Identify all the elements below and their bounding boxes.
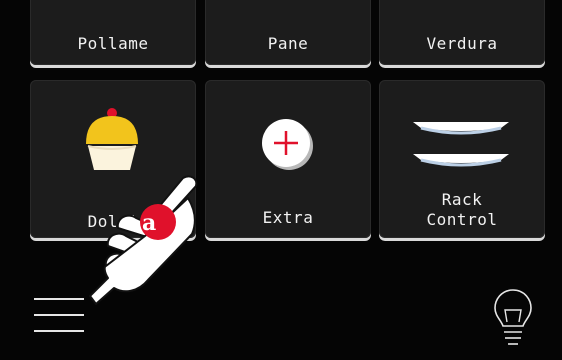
tile-pollame[interactable]: Pollame [30, 0, 196, 65]
tile-rack-control[interactable]: Rack Control [379, 80, 545, 238]
tile-label: Pane [267, 34, 309, 53]
tile-extra[interactable]: Extra [205, 80, 371, 238]
light-bulb-icon[interactable] [491, 286, 535, 350]
tile-pane[interactable]: Pane [205, 0, 371, 65]
badge-letter: a [142, 210, 156, 236]
oven-screen: Pollame Pane Verdura Dolci Extra Rack Co… [0, 0, 562, 360]
plus-icon [262, 119, 313, 170]
tile-label: Verdura [426, 34, 498, 53]
pointing-hand-icon: a [89, 175, 198, 305]
rack-trays-icon [413, 122, 509, 167]
tile-label: Pollame [77, 34, 149, 53]
tile-label: Extra [262, 208, 314, 227]
tile-verdura[interactable]: Verdura [379, 0, 545, 65]
hamburger-menu-icon[interactable] [34, 296, 86, 340]
tile-label: Rack Control [426, 190, 498, 229]
